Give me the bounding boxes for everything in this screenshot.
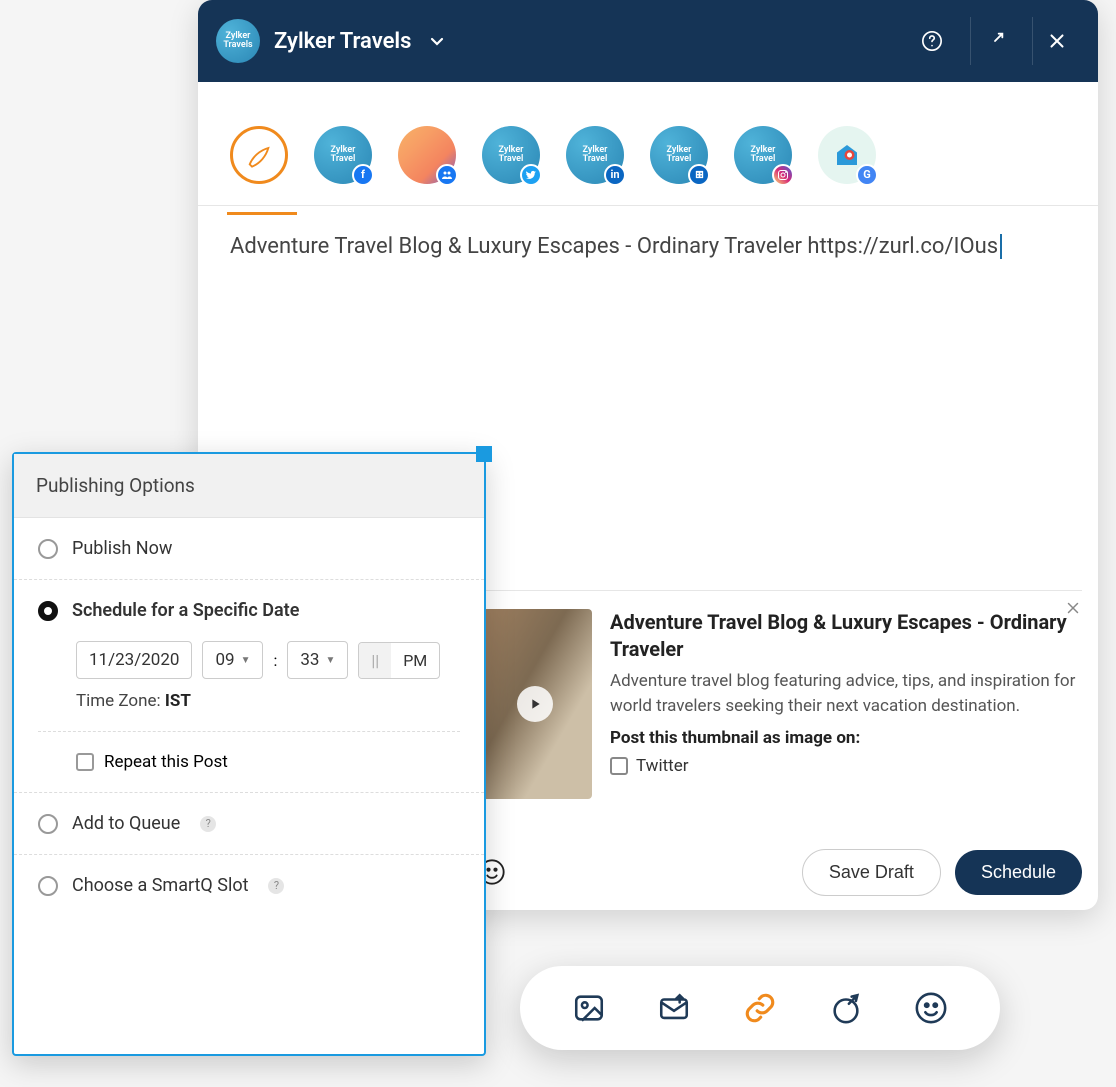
timezone-row: Time Zone: IST <box>76 691 460 711</box>
pm-option[interactable]: PM <box>391 643 439 678</box>
resize-handle[interactable] <box>476 446 492 462</box>
channel-gmb[interactable]: G <box>818 126 876 184</box>
schedule-button[interactable]: Schedule <box>955 850 1082 895</box>
date-field[interactable]: 11/23/2020 <box>76 641 192 679</box>
option-add-queue[interactable]: Add to Queue ? <box>14 793 484 855</box>
preview-title: Adventure Travel Blog & Luxury Escapes -… <box>610 609 1082 663</box>
twitter-icon <box>520 164 542 186</box>
hour-select[interactable]: 09▼ <box>202 641 263 679</box>
share-icon[interactable] <box>826 988 866 1028</box>
image-icon[interactable] <box>569 988 609 1028</box>
smartq-help-icon[interactable]: ? <box>268 878 284 894</box>
radio-schedule-specific[interactable] <box>38 601 58 621</box>
radio-publish-now[interactable] <box>38 539 58 559</box>
message-icon[interactable] <box>654 988 694 1028</box>
facebook-icon: f <box>352 164 374 186</box>
smartq-label: Choose a SmartQ Slot <box>72 875 248 896</box>
timezone-value: IST <box>165 691 191 711</box>
linkedin-icon: in <box>604 164 626 186</box>
add-queue-label: Add to Queue <box>72 813 180 834</box>
linkedin-company-icon <box>688 164 710 186</box>
twitter-option-label: Twitter <box>636 756 688 776</box>
time-colon: : <box>273 651 277 670</box>
radio-smartq[interactable] <box>38 876 58 896</box>
ampm-toggle[interactable]: || PM <box>358 642 440 679</box>
schedule-specific-label: Schedule for a Specific Date <box>72 600 299 621</box>
repeat-label: Repeat this Post <box>104 752 228 772</box>
channel-linkedin-company[interactable]: ZylkerTravel <box>650 126 708 184</box>
close-icon[interactable] <box>1032 17 1080 65</box>
preview-description: Adventure travel blog featuring advice, … <box>610 669 1082 718</box>
schedule-specific-row[interactable]: Schedule for a Specific Date <box>38 600 460 621</box>
instagram-icon <box>772 164 794 186</box>
channel-twitter[interactable]: ZylkerTravel <box>482 126 540 184</box>
channel-facebook[interactable]: ZylkerTravelf <box>314 126 372 184</box>
channel-instagram[interactable]: ZylkerTravel <box>734 126 792 184</box>
minute-select[interactable]: 33▼ <box>287 641 348 679</box>
radio-add-queue[interactable] <box>38 814 58 834</box>
option-schedule-specific: Schedule for a Specific Date 11/23/2020 … <box>14 580 484 793</box>
option-smartq[interactable]: Choose a SmartQ Slot ? <box>14 855 484 916</box>
group-icon <box>436 164 458 186</box>
link-icon[interactable] <box>740 988 780 1028</box>
channel-group[interactable] <box>398 126 456 184</box>
titlebar: ZylkerTravels Zylker Travels <box>198 0 1098 82</box>
publishing-options-popover: Publishing Options Publish Now Schedule … <box>12 452 486 1056</box>
preview-close-icon[interactable] <box>1064 599 1082 617</box>
emoji-toolbar-icon[interactable] <box>911 988 951 1028</box>
preview-thumbnail[interactable] <box>478 609 592 799</box>
channel-row: ZylkerTravelf ZylkerTravel ZylkerTraveli… <box>198 82 1098 206</box>
publish-now-label: Publish Now <box>72 538 172 559</box>
play-icon <box>517 686 553 722</box>
queue-help-icon[interactable]: ? <box>200 816 216 832</box>
brand-name: Zylker Travels <box>274 29 411 54</box>
composer-footer: Save Draft Schedule <box>478 849 1082 896</box>
publishing-options-title: Publishing Options <box>14 454 484 518</box>
save-draft-button[interactable]: Save Draft <box>802 849 941 896</box>
post-editor[interactable]: Adventure Travel Blog & Luxury Escapes -… <box>198 206 1098 456</box>
twitter-thumbnail-checkbox[interactable]: Twitter <box>610 756 1082 776</box>
brand-avatar: ZylkerTravels <box>216 19 260 63</box>
expand-icon[interactable] <box>970 17 1018 65</box>
help-icon[interactable] <box>908 17 956 65</box>
brand-dropdown[interactable] <box>429 33 445 49</box>
link-preview-card: Adventure Travel Blog & Luxury Escapes -… <box>478 590 1082 799</box>
option-publish-now[interactable]: Publish Now <box>14 518 484 580</box>
google-icon: G <box>856 164 878 186</box>
repeat-post-checkbox[interactable]: Repeat this Post <box>76 752 460 772</box>
am-option[interactable]: || <box>359 643 391 678</box>
floating-toolbar <box>520 966 1000 1050</box>
post-as-label: Post this thumbnail as image on: <box>610 728 1082 748</box>
compose-tab[interactable] <box>230 126 288 184</box>
editor-text: Adventure Travel Blog & Luxury Escapes -… <box>230 234 998 259</box>
channel-linkedin[interactable]: ZylkerTravelin <box>566 126 624 184</box>
